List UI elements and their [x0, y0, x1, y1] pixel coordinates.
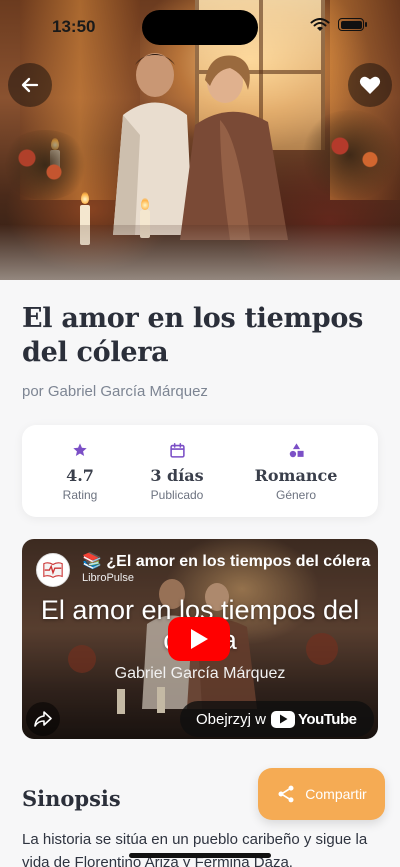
stat-rating: 4.7 Rating: [40, 439, 120, 502]
book-author: por Gabriel García Márquez: [22, 383, 208, 400]
back-button[interactable]: [8, 63, 52, 107]
youtube-logo: YouTube: [271, 710, 357, 728]
book-pulse-icon: [43, 562, 63, 578]
video-share-button[interactable]: [26, 702, 60, 736]
flowers: [300, 110, 400, 200]
stat-published: 3 días Publicado: [137, 439, 217, 502]
stat-value: 3 días: [150, 466, 204, 485]
stat-label: Publicado: [150, 488, 204, 502]
share-label: Compartir: [305, 786, 367, 802]
favorite-button[interactable]: [348, 63, 392, 107]
stat-genre: Romance Género: [246, 439, 346, 502]
stats-card: 4.7 Rating 3 días Publicado Romance Géne…: [22, 425, 378, 517]
arrow-left-icon: [21, 77, 39, 93]
home-indicator[interactable]: [129, 853, 271, 858]
share-button[interactable]: Compartir: [258, 768, 385, 820]
stat-label: Género: [275, 488, 317, 502]
youtube-play-icon: [271, 710, 296, 728]
flowers: [0, 130, 90, 200]
dynamic-island: [142, 10, 258, 45]
stat-value: 4.7: [66, 466, 94, 485]
share-arrow-icon: [34, 711, 52, 727]
candle-flame: [81, 192, 89, 204]
play-button[interactable]: [168, 617, 230, 661]
stat-value: Romance: [254, 466, 338, 485]
shapes-icon: [289, 442, 304, 457]
channel-logo[interactable]: [36, 553, 70, 587]
woman-figure: [180, 55, 288, 240]
book-title: El amor en los tiempos del cólera: [22, 303, 363, 368]
synopsis-text: La historia se sitúa en un pueblo caribe…: [22, 831, 368, 867]
heart-icon: [359, 76, 381, 94]
youtube-wordmark: YouTube: [298, 710, 357, 728]
star-icon: [73, 443, 87, 456]
synopsis-heading: Sinopsis: [22, 786, 121, 811]
calendar-icon: [169, 442, 185, 458]
watch-label: Obejrzyj w: [196, 710, 267, 728]
candle-flame: [141, 198, 149, 210]
table-cloth: [0, 225, 400, 280]
play-icon: [191, 629, 208, 649]
watch-on-youtube-button[interactable]: Obejrzyj w YouTube: [180, 701, 374, 737]
battery-icon: [338, 18, 367, 31]
share-icon: [278, 785, 294, 803]
clock: 13:50: [52, 17, 96, 36]
stat-label: Rating: [62, 488, 98, 502]
video-overlay-author: Gabriel García Márquez: [114, 665, 286, 682]
wifi-icon: [310, 18, 330, 31]
status-bar: 13:50: [0, 0, 400, 52]
youtube-embed[interactable]: 📚 ¿El amor en los tiempos del cólera Lib…: [22, 539, 378, 739]
video-title[interactable]: 📚 ¿El amor en los tiempos del cólera: [82, 551, 372, 571]
channel-name[interactable]: LibroPulse: [82, 572, 134, 584]
